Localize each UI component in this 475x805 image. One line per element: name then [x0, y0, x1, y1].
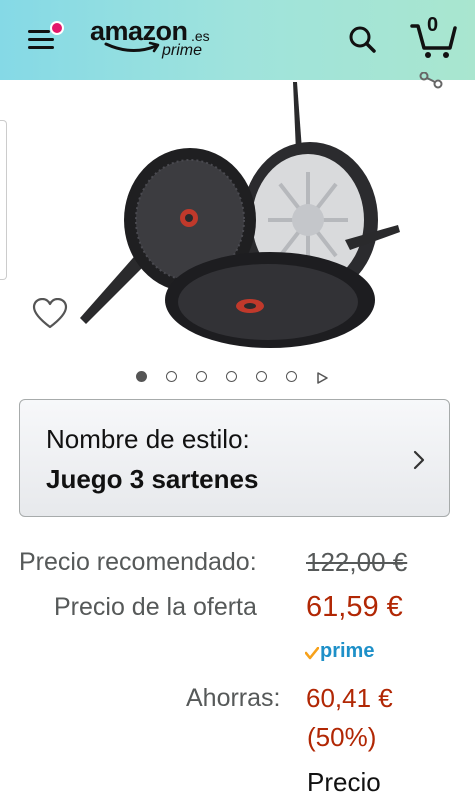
chevron-right-icon	[413, 450, 425, 470]
recommended-price-value: 122,00 €	[306, 547, 408, 577]
menu-bar-icon	[28, 38, 54, 41]
product-image-gallery[interactable]	[0, 72, 475, 390]
style-value: Juego 3 sartenes	[46, 464, 259, 494]
recommended-price-label: Precio recomendado:	[19, 548, 257, 576]
gallery-dot[interactable]	[166, 371, 177, 382]
smile-arrow-icon	[104, 41, 160, 53]
prime-label: prime	[320, 640, 375, 662]
price-more-label: Precio	[307, 767, 381, 797]
gallery-dot-active[interactable]	[136, 371, 147, 382]
gallery-dot[interactable]	[286, 371, 297, 382]
search-icon	[349, 26, 376, 53]
savings-label: Ahorras:	[186, 684, 281, 712]
menu-bar-icon	[28, 30, 50, 33]
style-selector-button[interactable]: Nombre de estilo: Juego 3 sartenes	[19, 399, 450, 517]
style-label: Nombre de estilo:	[46, 424, 250, 454]
gallery-dot[interactable]	[196, 371, 207, 382]
prime-check-icon	[305, 647, 319, 660]
savings-percent: (50%)	[307, 722, 377, 752]
amazon-prime-logo[interactable]: amazon .es prime	[90, 16, 230, 66]
top-nav-bar: amazon .es prime 0	[0, 0, 475, 80]
wishlist-heart-icon[interactable]	[32, 298, 68, 330]
gallery-dot[interactable]	[256, 371, 267, 382]
prime-badge: prime	[305, 640, 390, 666]
cart-button[interactable]: 0	[408, 12, 458, 62]
video-play-icon[interactable]	[316, 372, 328, 384]
hamburger-menu-button[interactable]	[24, 20, 64, 60]
offer-price-value: 61,59 €	[306, 591, 403, 623]
savings-value: 60,41 €	[306, 683, 393, 713]
product-image	[80, 82, 400, 348]
offer-price-label: Precio de la oferta	[54, 593, 257, 621]
search-button[interactable]	[345, 22, 381, 58]
notification-dot-icon	[50, 21, 64, 35]
gallery-dot[interactable]	[226, 371, 237, 382]
logo-prime: prime	[162, 42, 203, 59]
menu-bar-icon	[28, 46, 54, 49]
cart-count-badge: 0	[427, 14, 439, 36]
